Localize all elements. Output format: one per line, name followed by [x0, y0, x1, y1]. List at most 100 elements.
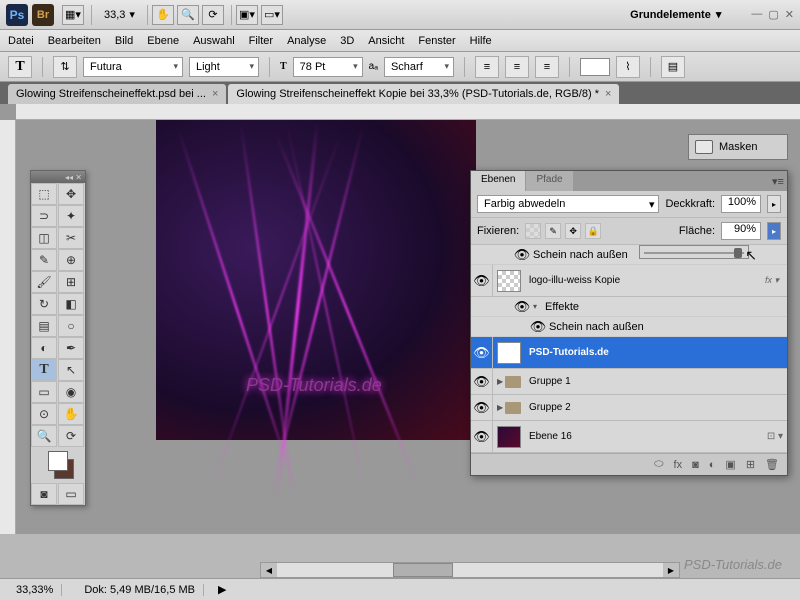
heal-tool[interactable]: ⊕ [58, 249, 84, 271]
font-weight-dropdown[interactable]: Light [189, 57, 259, 77]
eraser-tool[interactable]: ◧ [58, 293, 84, 315]
3d-camera-tool[interactable]: ⊙ [31, 403, 57, 425]
document-tab-1[interactable]: Glowing Streifenscheineffekt.psd bei ...… [8, 84, 226, 104]
opacity-arrow[interactable]: ▸ [767, 195, 781, 213]
zoom-tool[interactable]: 🔍 [31, 425, 57, 447]
align-center-btn[interactable]: ≡ [505, 56, 529, 78]
effects-group[interactable]: Effekte [545, 301, 579, 313]
align-left-btn[interactable]: ≡ [475, 56, 499, 78]
scrollbar-thumb[interactable] [393, 563, 453, 577]
menu-bild[interactable]: Bild [115, 35, 133, 47]
character-panel-btn[interactable]: ▤ [661, 56, 685, 78]
font-family-dropdown[interactable]: Futura [83, 57, 183, 77]
brush-tool[interactable]: 🖌 [31, 271, 57, 293]
screenmode-tool[interactable]: ▭ [58, 483, 84, 505]
menu-ansicht[interactable]: Ansicht [368, 35, 404, 47]
bridge-icon[interactable]: Br [32, 4, 54, 26]
move-tool[interactable]: ✥ [58, 183, 84, 205]
effect-outer-glow[interactable]: Schein nach außen [533, 249, 628, 261]
menu-bearbeiten[interactable]: Bearbeiten [48, 35, 101, 47]
lock-transparency-icon[interactable] [525, 223, 541, 239]
fx-badge[interactable]: fx ▾ [765, 275, 779, 286]
menu-analyse[interactable]: Analyse [287, 35, 326, 47]
wand-tool[interactable]: ✦ [58, 205, 84, 227]
menu-filter[interactable]: Filter [249, 35, 273, 47]
new-layer-icon[interactable]: ⊞ [746, 458, 755, 471]
visibility-toggle[interactable]: 👁 [471, 421, 493, 452]
zoom-tool-btn[interactable]: 🔍 [177, 5, 199, 25]
visibility-toggle[interactable]: 👁 [471, 369, 493, 394]
layer-psd-tutorials[interactable]: 👁 T PSD-Tutorials.de [471, 337, 787, 369]
close-tab-icon[interactable]: × [605, 88, 611, 100]
masks-panel[interactable]: Masken [688, 134, 788, 160]
tab-ebenen[interactable]: Ebenen [471, 171, 526, 191]
marquee-tool[interactable]: ⬚ [31, 183, 57, 205]
quickmask-tool[interactable]: ◙ [31, 483, 57, 505]
link-layers-icon[interactable]: ⬭ [654, 458, 663, 471]
type-tool-indicator[interactable]: T [8, 56, 32, 78]
layer-thumbnail[interactable] [497, 426, 521, 448]
gradient-tool[interactable]: ▤ [31, 315, 57, 337]
text-color-swatch[interactable] [580, 58, 610, 76]
dodge-tool[interactable]: ◐ [31, 337, 57, 359]
minimize-icon[interactable]: — [751, 8, 762, 21]
type-tool[interactable]: T [31, 359, 57, 381]
scroll-right-icon[interactable]: ▶ [663, 563, 679, 577]
rotate-tool[interactable]: ⟳ [58, 425, 84, 447]
close-icon[interactable]: ✕ [785, 8, 794, 21]
horizontal-scrollbar[interactable]: ◀ ▶ [260, 562, 680, 578]
lock-all-icon[interactable]: 🔒 [585, 223, 601, 239]
screen-mode-btn[interactable]: ▭▾ [261, 5, 283, 25]
layer-mask-icon[interactable]: ◙ [692, 459, 699, 471]
visibility-toggle[interactable]: 👁 [471, 265, 493, 296]
layer-thumbnail[interactable] [497, 270, 521, 292]
font-size-dropdown[interactable]: 78 Pt [293, 57, 363, 77]
layer-fx-icon[interactable]: fx [674, 459, 683, 471]
visibility-toggle[interactable]: 👁 [471, 337, 493, 368]
menu-datei[interactable]: Datei [8, 35, 34, 47]
maximize-icon[interactable]: ▢ [768, 8, 778, 21]
crop-tool[interactable]: ◫ [31, 227, 57, 249]
scroll-left-icon[interactable]: ◀ [261, 563, 277, 577]
fill-slider-popup[interactable] [639, 245, 749, 259]
align-right-btn[interactable]: ≡ [535, 56, 559, 78]
menu-fenster[interactable]: Fenster [418, 35, 455, 47]
pen-tool[interactable]: ✒ [58, 337, 84, 359]
tab-pfade[interactable]: Pfade [526, 171, 573, 191]
menu-hilfe[interactable]: Hilfe [470, 35, 492, 47]
stamp-tool[interactable]: ⊞ [58, 271, 84, 293]
history-brush-tool[interactable]: ↻ [31, 293, 57, 315]
slice-tool[interactable]: ✂ [58, 227, 84, 249]
opacity-input[interactable]: 100% [721, 195, 761, 213]
adjustment-layer-icon[interactable]: ◐ [709, 459, 716, 471]
visibility-toggle[interactable]: 👁 [471, 395, 493, 420]
path-tool[interactable]: ↖ [58, 359, 84, 381]
rotate-view-btn[interactable]: ⟳ [202, 5, 224, 25]
antialias-dropdown[interactable]: Scharf [384, 57, 454, 77]
fill-input[interactable]: 90% [721, 222, 761, 240]
lock-position-icon[interactable]: ✥ [565, 223, 581, 239]
layer-gruppe1[interactable]: 👁 ▶ Gruppe 1 [471, 369, 787, 395]
hand-tool-btn[interactable]: ✋ [152, 5, 174, 25]
foreground-color[interactable] [48, 451, 68, 471]
panel-menu-icon[interactable]: ▾≡ [769, 171, 787, 191]
workspace-selector[interactable]: Grundelemente ▾ [630, 8, 721, 21]
slider-thumb[interactable] [734, 248, 742, 258]
menu-ebene[interactable]: Ebene [147, 35, 179, 47]
new-group-icon[interactable]: ▣ [725, 458, 735, 471]
layer-logo-kopie[interactable]: 👁 logo-illu-weiss Kopie fx ▾ [471, 265, 787, 297]
delete-layer-icon[interactable]: 🗑 [765, 458, 779, 471]
blur-tool[interactable]: ○ [58, 315, 84, 337]
effect-outer-glow-2[interactable]: Schein nach außen [549, 321, 644, 333]
arrange-btn[interactable]: ▣▾ [236, 5, 258, 25]
status-zoom[interactable]: 33,33% [8, 584, 62, 596]
type-layer-thumbnail[interactable]: T [497, 342, 521, 364]
menu-3d[interactable]: 3D [340, 35, 354, 47]
eyedropper-tool[interactable]: ✎ [31, 249, 57, 271]
3d-tool[interactable]: ◉ [58, 381, 84, 403]
warp-text-btn[interactable]: ⌇ [616, 56, 640, 78]
lock-pixels-icon[interactable]: ✎ [545, 223, 561, 239]
document-tab-2[interactable]: Glowing Streifenscheineffekt Kopie bei 3… [228, 84, 619, 104]
close-tab-icon[interactable]: × [212, 88, 218, 100]
hand-tool[interactable]: ✋ [58, 403, 84, 425]
